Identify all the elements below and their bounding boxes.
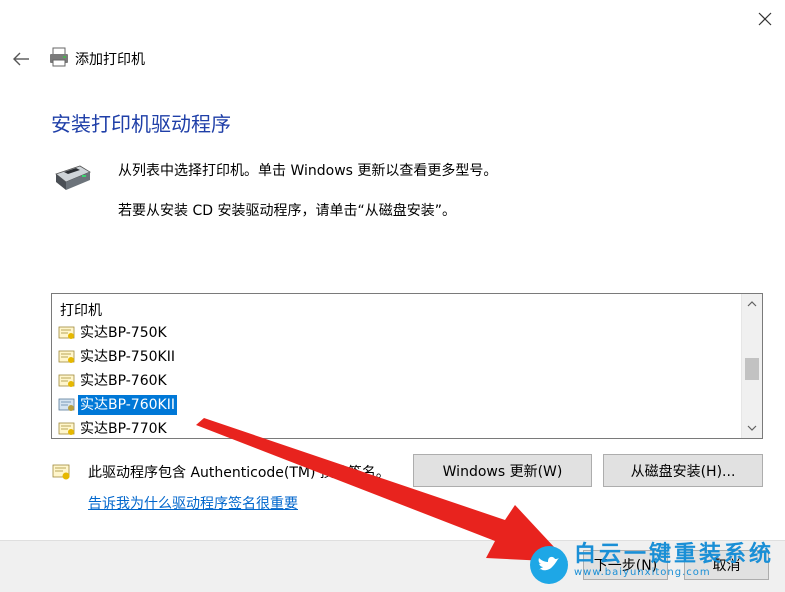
close-button[interactable] bbox=[745, 4, 785, 34]
printer-icon bbox=[48, 46, 70, 68]
certificate-icon bbox=[58, 373, 76, 389]
certificate-icon bbox=[58, 421, 76, 437]
signature-help-link[interactable]: 告诉我为什么驱动程序签名很重要 bbox=[88, 493, 298, 513]
scroll-down-button[interactable] bbox=[742, 418, 762, 438]
chevron-up-icon bbox=[747, 301, 757, 307]
scroll-thumb[interactable] bbox=[745, 358, 759, 380]
watermark: 白云一键重装系统 www.baiyunxitong.com bbox=[530, 543, 780, 587]
list-header-printer: 打印机 bbox=[60, 303, 102, 319]
certificate-icon bbox=[58, 397, 76, 413]
window-title: 添加打印机 bbox=[75, 52, 145, 68]
have-disk-button[interactable]: 从磁盘安装(H)... bbox=[603, 454, 763, 487]
back-button[interactable] bbox=[8, 46, 34, 72]
scroll-up-button[interactable] bbox=[742, 294, 762, 314]
back-arrow-icon bbox=[13, 52, 29, 66]
close-icon bbox=[758, 12, 772, 26]
chevron-down-icon bbox=[747, 425, 757, 431]
windows-update-button[interactable]: Windows 更新(W) bbox=[413, 454, 592, 487]
watermark-brand: 白云一键重装系统 bbox=[574, 542, 775, 567]
printer-listbox[interactable]: 打印机 实达BP-750K 实达BP-750KII 实达BP-760K 实达BP… bbox=[51, 293, 763, 439]
list-item-selected[interactable]: 实达BP-760KII bbox=[58, 394, 177, 416]
list-item[interactable]: 实达BP-750K bbox=[58, 322, 169, 344]
signature-text: 此驱动程序包含 Authenticode(TM) 技术签名。 bbox=[88, 465, 390, 481]
list-item[interactable]: 实达BP-760K bbox=[58, 370, 169, 392]
bird-logo-icon bbox=[530, 546, 568, 584]
list-scrollbar[interactable] bbox=[741, 294, 762, 438]
description-2: 若要从安装 CD 安装驱动程序，请单击“从磁盘安装”。 bbox=[118, 203, 456, 219]
description-1: 从列表中选择打印机。单击 Windows 更新以查看更多型号。 bbox=[118, 163, 498, 179]
page-heading: 安装打印机驱动程序 bbox=[51, 112, 231, 136]
list-item-label: 实达BP-750K bbox=[80, 325, 167, 341]
certificate-icon bbox=[58, 349, 76, 365]
printer-large-icon bbox=[50, 160, 92, 194]
certificate-icon bbox=[58, 325, 76, 341]
list-item-label: 实达BP-750KII bbox=[80, 349, 175, 365]
list-item-label: 实达BP-760KII bbox=[78, 395, 177, 415]
list-item[interactable]: 实达BP-750KII bbox=[58, 346, 177, 368]
watermark-url: www.baiyunxitong.com bbox=[574, 567, 711, 578]
list-item-label: 实达BP-760K bbox=[80, 373, 167, 389]
list-item-label: 实达BP-770K bbox=[80, 421, 167, 437]
signed-certificate-icon bbox=[52, 462, 72, 482]
list-item[interactable]: 实达BP-770K bbox=[58, 418, 169, 438]
